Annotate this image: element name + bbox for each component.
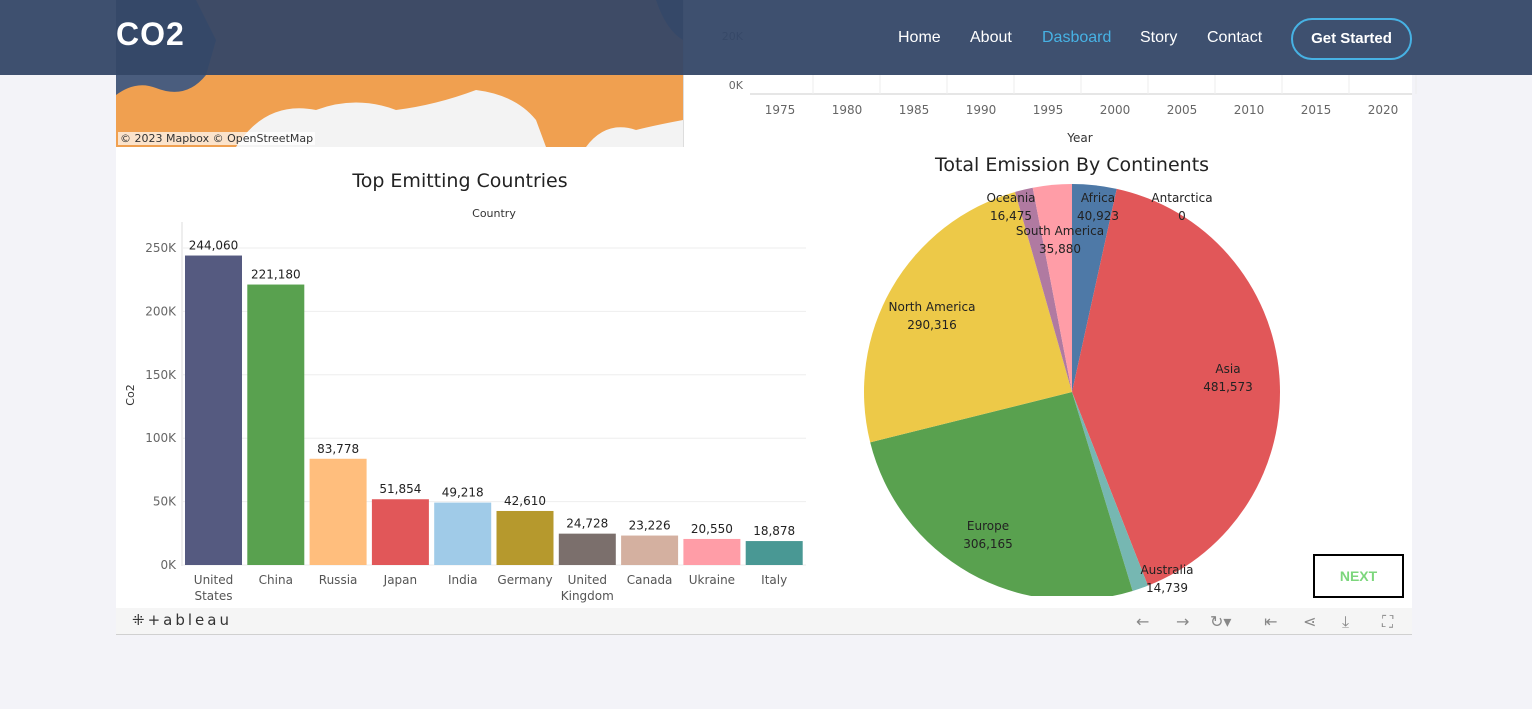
- pie-slice-name: Australia: [1140, 563, 1193, 577]
- tableau-logo-text: +ableau: [147, 611, 232, 629]
- brand-logo[interactable]: CO2: [116, 16, 185, 53]
- reset-icon[interactable]: ⇤: [1264, 612, 1277, 631]
- pie-slice-name: Oceania: [986, 191, 1035, 205]
- pie-slice-value: 14,739: [1146, 581, 1188, 595]
- pie-slice-name: Africa: [1081, 191, 1115, 205]
- redo-icon[interactable]: →: [1176, 612, 1189, 631]
- get-started-button[interactable]: Get Started: [1291, 18, 1412, 60]
- download-icon[interactable]: ⤓: [1342, 612, 1349, 632]
- pie-slice-value: 16,475: [990, 209, 1032, 223]
- pie-slice-value: 0: [1178, 209, 1186, 223]
- share-icon[interactable]: ⋖: [1303, 612, 1316, 631]
- undo-icon[interactable]: ←: [1136, 612, 1149, 631]
- revert-icon[interactable]: ↻▾: [1210, 612, 1231, 631]
- fullscreen-icon[interactable]: ⛶: [1382, 612, 1393, 632]
- pie-slice-value: 290,316: [907, 318, 957, 332]
- nav-dashboard[interactable]: Dasboard: [1042, 29, 1111, 47]
- pie-slice-name: Europe: [967, 519, 1009, 533]
- pie-slice-name: Asia: [1215, 362, 1240, 376]
- next-button[interactable]: NEXT: [1313, 554, 1404, 598]
- nav-about[interactable]: About: [970, 29, 1012, 47]
- tableau-logo: ⁜+ableau: [132, 611, 232, 629]
- nav-story[interactable]: Story: [1140, 29, 1177, 47]
- pie-slice-value: 306,165: [963, 537, 1013, 551]
- pie-slice-name: Antarctica: [1151, 191, 1212, 205]
- pie-slice-value: 481,573: [1203, 380, 1253, 394]
- tableau-toolbar: ⁜+ableau ← → ↻▾ ⇤ ⋖ ⤓ ⛶: [116, 608, 1412, 635]
- nav-home[interactable]: Home: [898, 29, 941, 47]
- pie-slice-name: North America: [889, 300, 976, 314]
- navbar: CO2 Home About Dasboard Story Contact Ge…: [0, 0, 1532, 75]
- pie-slice-value: 35,880: [1039, 242, 1081, 256]
- pie-chart-title: Total Emission By Continents: [934, 154, 1209, 176]
- pie-slice-value: 40,923: [1077, 209, 1119, 223]
- pie-slice-name: South America: [1016, 224, 1104, 238]
- nav-contact[interactable]: Contact: [1207, 29, 1262, 47]
- pie-chart: Total Emission By Continents Africa 40,923…: [864, 154, 1281, 596]
